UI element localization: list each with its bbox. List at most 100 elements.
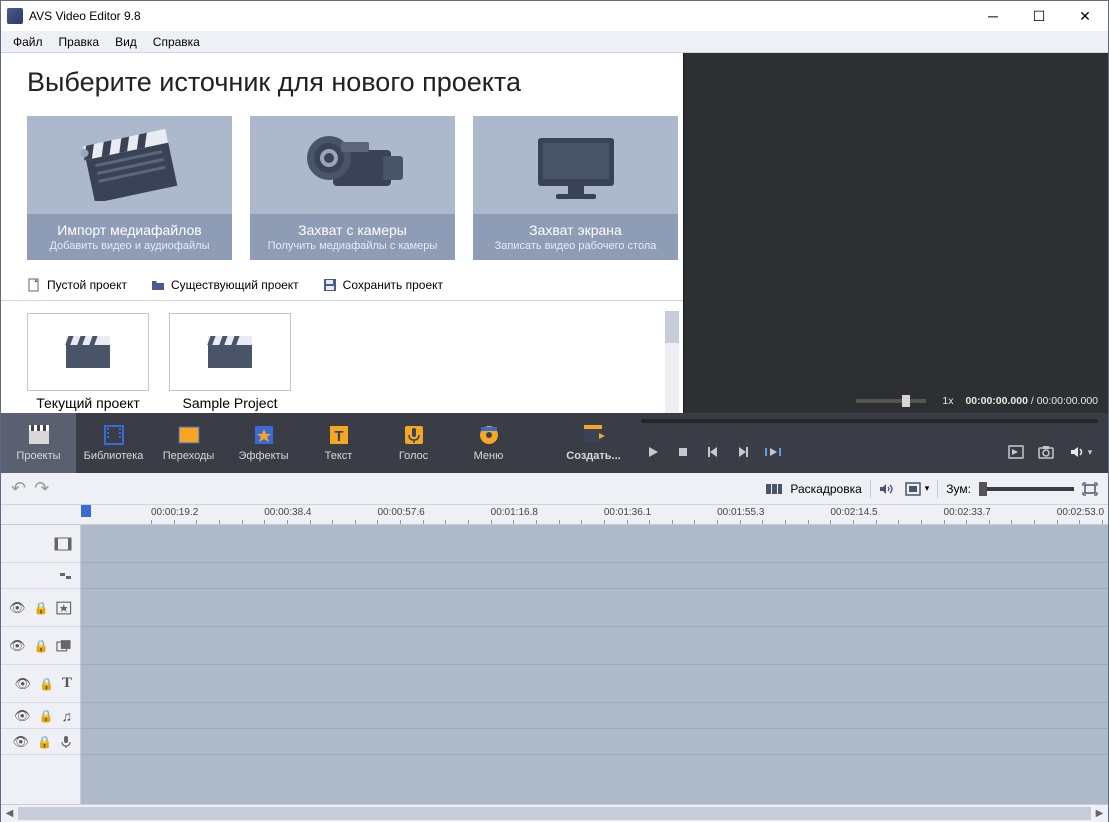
card-capture-screen[interactable]: Захват экрана Записать видео рабочего ст…	[473, 116, 678, 260]
lock-icon[interactable]: 🔒	[39, 709, 54, 723]
tool-projects-label: Проекты	[16, 450, 60, 462]
track-video[interactable]	[81, 525, 1108, 563]
track-hdr-video-sub[interactable]	[1, 563, 80, 589]
storyboard-button[interactable]: Раскадровка	[790, 482, 861, 496]
stop-button[interactable]	[671, 440, 695, 464]
action-new-project[interactable]: Пустой проект	[27, 278, 127, 292]
ruler-mark: 00:02:14.5	[830, 507, 877, 518]
ruler-mark: 00:01:55.3	[717, 507, 764, 518]
track-audio[interactable]	[81, 703, 1108, 729]
card-capture-camera[interactable]: Захват с камеры Получить медиафайлы с ка…	[250, 116, 455, 260]
zoom-fit-button[interactable]	[1082, 482, 1098, 496]
tool-transitions-label: Переходы	[163, 450, 215, 462]
track-hdr-overlay[interactable]: 👁 🔒	[1, 627, 80, 665]
folder-icon	[151, 278, 165, 292]
track-hdr-video[interactable]	[1, 525, 80, 563]
track-hdr-effects[interactable]: 👁 🔒	[1, 589, 80, 627]
thumbs-scrollbar[interactable]	[665, 311, 679, 413]
menu-help[interactable]: Справка	[145, 33, 208, 51]
track-overlay[interactable]	[81, 627, 1108, 665]
overlay-icon	[56, 639, 72, 653]
prev-button[interactable]	[701, 440, 725, 464]
tool-produce[interactable]: Создать...	[556, 413, 631, 473]
save-icon	[323, 278, 337, 292]
close-button[interactable]: ✕	[1062, 1, 1108, 31]
document-icon	[27, 278, 41, 292]
card-import-media[interactable]: Импорт медиафайлов Добавить видео и ауди…	[27, 116, 232, 260]
action-save-project[interactable]: Сохранить проект	[323, 278, 443, 292]
timeline-toolbar: ↶ ↷ Раскадровка ▾ Зум:	[1, 473, 1108, 505]
snapshot-button[interactable]	[1034, 440, 1058, 464]
eye-icon[interactable]: 👁	[14, 708, 31, 724]
thumb-current-project[interactable]: Текущий проект	[27, 313, 149, 413]
lock-icon[interactable]: 🔒	[34, 601, 49, 615]
eye-icon[interactable]: 👁	[15, 676, 32, 692]
time-current: 00:00:00.000	[965, 395, 1027, 407]
menu-edit[interactable]: Правка	[51, 33, 108, 51]
action-open-project[interactable]: Существующий проект	[151, 278, 299, 292]
music-note-icon: ♫	[62, 708, 73, 724]
track-hdr-text[interactable]: 👁 🔒 T	[1, 665, 80, 703]
tool-effects-label: Эффекты	[238, 450, 288, 462]
menu-view[interactable]: Вид	[107, 33, 145, 51]
lock-icon[interactable]: 🔒	[39, 677, 54, 691]
zoom-label: Зум:	[946, 482, 971, 496]
play-range-button[interactable]	[761, 440, 785, 464]
track-effects[interactable]	[81, 589, 1108, 627]
preview-viewport[interactable]	[684, 53, 1108, 389]
eye-icon[interactable]: 👁	[9, 638, 26, 654]
card-screen-sub: Записать видео рабочего стола	[479, 240, 672, 252]
track-hdr-voice[interactable]: 👁 🔒	[1, 729, 80, 755]
play-button[interactable]	[641, 440, 665, 464]
menu-bar: Файл Правка Вид Справка	[1, 31, 1108, 53]
effects-icon	[252, 424, 276, 446]
fullscreen-button[interactable]	[1004, 440, 1028, 464]
scroll-right-icon[interactable]: ▶	[1091, 805, 1108, 822]
eye-icon[interactable]: 👁	[9, 600, 26, 616]
library-icon	[102, 424, 126, 446]
lock-icon[interactable]: 🔒	[37, 735, 52, 749]
tool-text[interactable]: T Текст	[301, 413, 376, 473]
tool-library[interactable]: Библиотека	[76, 413, 151, 473]
track-hdr-audio[interactable]: 👁 🔒 ♫	[1, 703, 80, 729]
volume-envelope-button[interactable]	[879, 482, 897, 496]
monitor-icon	[473, 116, 678, 214]
zoom-slider[interactable]	[979, 487, 1074, 491]
seek-bar[interactable]	[631, 413, 1108, 431]
track-text[interactable]	[81, 665, 1108, 703]
preview-aspect-button[interactable]: ▾	[905, 482, 930, 496]
maximize-button[interactable]: ☐	[1016, 1, 1062, 31]
action-save-label: Сохранить проект	[343, 278, 443, 292]
clapperboard-icon	[27, 116, 232, 214]
tool-menu[interactable]: Меню	[451, 413, 526, 473]
track-video-sub[interactable]	[81, 563, 1108, 589]
svg-text:T: T	[334, 428, 343, 445]
speed-slider[interactable]	[856, 399, 926, 403]
lock-icon[interactable]: 🔒	[34, 639, 49, 653]
time-sep: /	[1031, 395, 1034, 407]
minimize-button[interactable]: ─	[970, 1, 1016, 31]
undo-button[interactable]: ↶	[11, 478, 26, 499]
track-voice[interactable]	[81, 729, 1108, 755]
preview-panel: 1x 00:00:00.000 / 00:00:00.000	[683, 53, 1108, 413]
redo-button[interactable]: ↷	[34, 478, 49, 499]
tool-effects[interactable]: Эффекты	[226, 413, 301, 473]
tracks-body[interactable]	[81, 525, 1108, 804]
thumb-sample-project[interactable]: Sample Project	[169, 313, 291, 413]
eye-icon[interactable]: 👁	[13, 734, 30, 750]
menu-file[interactable]: Файл	[5, 33, 51, 51]
text-icon: T	[327, 424, 351, 446]
timeline-ruler[interactable]: 00:00:19.200:00:38.400:00:57.600:01:16.8…	[1, 505, 1108, 525]
card-camera-title: Захват с камеры	[256, 222, 449, 238]
tool-voice[interactable]: Голос	[376, 413, 451, 473]
tool-transitions[interactable]: Переходы	[151, 413, 226, 473]
volume-button[interactable]: ▾	[1064, 440, 1098, 464]
scroll-left-icon[interactable]: ◀	[1, 805, 18, 822]
app-logo-icon	[7, 8, 23, 24]
thumb-current-label: Текущий проект	[36, 391, 140, 411]
timeline-hscroll[interactable]: ◀ ▶	[1, 804, 1108, 821]
next-button[interactable]	[731, 440, 755, 464]
tool-projects[interactable]: Проекты	[1, 413, 76, 473]
card-import-sub: Добавить видео и аудиофайлы	[33, 240, 226, 252]
transitions-icon	[177, 424, 201, 446]
